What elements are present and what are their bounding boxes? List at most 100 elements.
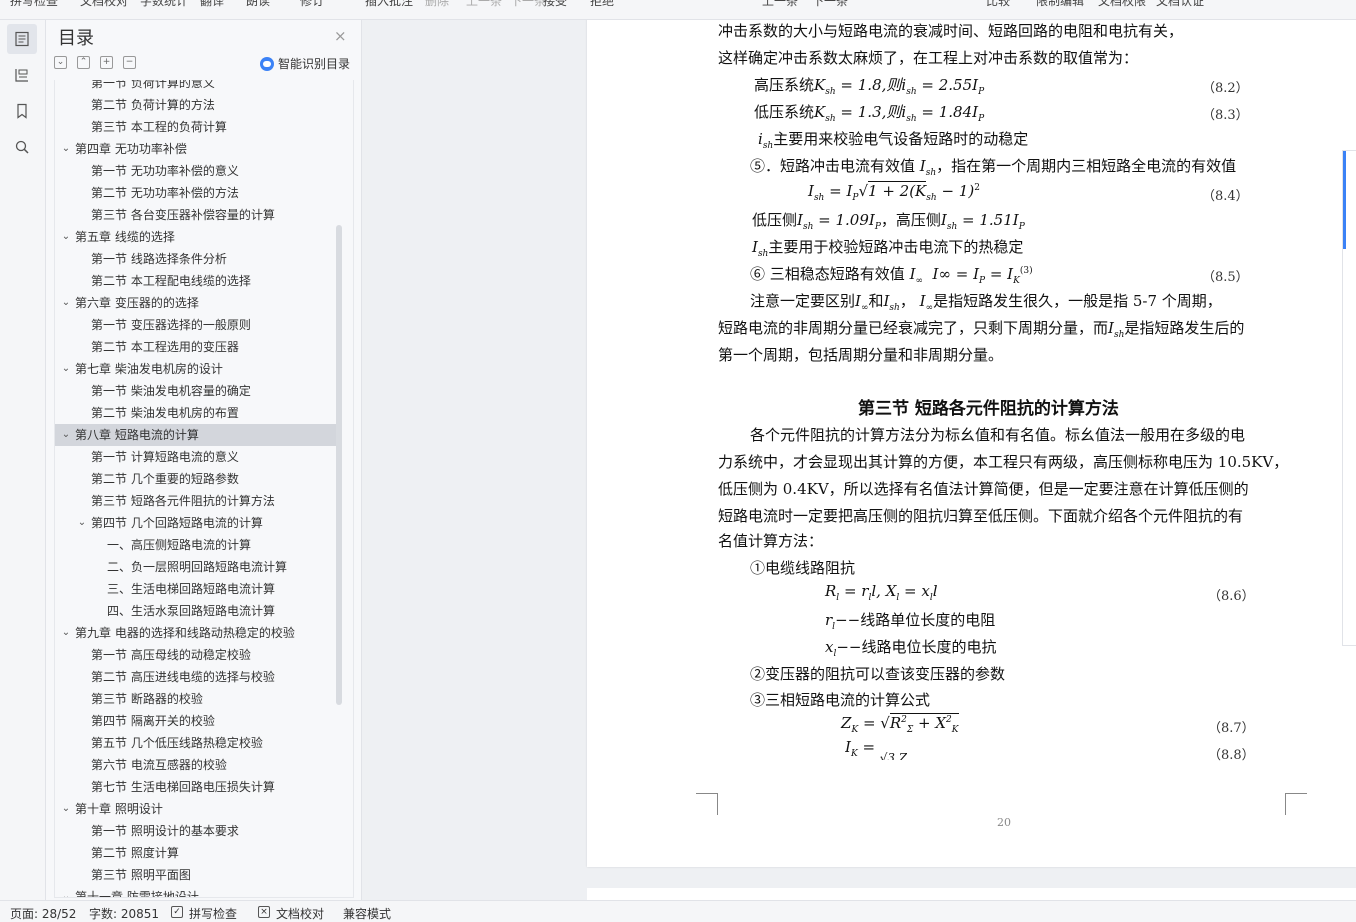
- toc-item[interactable]: 第二节 负荷计算的方法: [55, 94, 339, 116]
- toolbar-restrict-edit[interactable]: 限制编辑: [1036, 0, 1084, 9]
- toolbar-prev[interactable]: 上一条: [466, 0, 502, 9]
- toc-item[interactable]: ⌄ 第八章 短路电流的计算: [55, 424, 339, 446]
- toc-item[interactable]: 第三节 照明平面图: [55, 864, 339, 886]
- toolbar-insert-comment[interactable]: 插入批注: [365, 0, 413, 9]
- toc-icon[interactable]: [7, 24, 37, 54]
- toc-item[interactable]: 第三节 各台变压器补偿容量的计算: [55, 204, 339, 226]
- smart-toc-button[interactable]: 智能识别目录: [260, 55, 350, 72]
- expand-all-icon[interactable]: ⌄: [54, 56, 67, 69]
- toc-item[interactable]: 第二节 无功功率补偿的方法: [55, 182, 339, 204]
- add-level-icon[interactable]: +: [100, 56, 113, 69]
- chevron-down-icon[interactable]: ⌄: [60, 358, 72, 380]
- chevron-down-icon[interactable]: ⌄: [60, 886, 72, 897]
- toolbar-read-aloud[interactable]: 朗读: [246, 0, 270, 9]
- chevron-down-icon[interactable]: ⌄: [60, 292, 72, 314]
- toc-item[interactable]: 第五节 几个低压线路热稳定校验: [55, 732, 339, 754]
- toc-item[interactable]: 一、高压侧短路电流的计算: [55, 534, 339, 556]
- toc-item[interactable]: 第三节 本工程的负荷计算: [55, 116, 339, 138]
- toc-item[interactable]: ⌄ 第四章 无功功率补偿: [55, 138, 339, 160]
- toc-item-label: 第三节 照明平面图: [91, 868, 191, 882]
- toc-item-label: 第一节 线路选择条件分析: [91, 252, 227, 266]
- spell-check-icon[interactable]: ✓: [171, 906, 183, 918]
- toc-item[interactable]: ⌄ 第九章 电器的选择和线路动热稳定的校验: [55, 622, 339, 644]
- toc-item[interactable]: 第一节 高压母线的动稳定校验: [55, 644, 339, 666]
- toolbar-word-count[interactable]: 字数统计: [140, 0, 188, 9]
- toc-item[interactable]: ⌄ 第十章 照明设计: [55, 798, 339, 820]
- toc-item[interactable]: ⌄ 第五章 线缆的选择: [55, 226, 339, 248]
- toc-item[interactable]: 第二节 柴油发电机房的布置: [55, 402, 339, 424]
- toolbar-prev-change[interactable]: 上一条: [762, 0, 798, 9]
- proofread-icon[interactable]: ×: [258, 906, 270, 918]
- sub-item-1: ①电缆线路阻抗: [750, 559, 856, 577]
- toc-item[interactable]: 第二节 照度计算: [55, 842, 339, 864]
- right-float-panel[interactable]: [1342, 150, 1356, 646]
- collapse-all-icon[interactable]: ⌃: [77, 56, 90, 69]
- toc-item[interactable]: 第一节 照明设计的基本要求: [55, 820, 339, 842]
- toc-item-label: 第二节 柴油发电机房的布置: [91, 406, 239, 420]
- outline-icon[interactable]: [7, 60, 37, 90]
- toolbar-compare[interactable]: 比较: [986, 0, 1010, 9]
- toc-item[interactable]: 第一节 无功功率补偿的意义: [55, 160, 339, 182]
- toolbar-reject[interactable]: 拒绝: [590, 0, 614, 9]
- toolbar-next[interactable]: 下一条: [510, 0, 546, 9]
- toc-item[interactable]: ⌄ 第七章 柴油发电机房的设计: [55, 358, 339, 380]
- remove-level-icon[interactable]: −: [123, 56, 136, 69]
- toc-item-label: 第五节 几个低压线路热稳定校验: [91, 736, 263, 750]
- toolbar-spell-check[interactable]: 拼写检查: [10, 0, 58, 9]
- page-number: 20: [997, 816, 1011, 829]
- toc-list: 第一节 负荷计算的意义 第二节 负荷计算的方法 第三节 本工程的负荷计算 ⌄ 第四章 无…: [55, 80, 339, 897]
- chevron-down-icon[interactable]: ⌄: [76, 512, 88, 534]
- toc-item[interactable]: 第三节 短路各元件阻抗的计算方法: [55, 490, 339, 512]
- document-page: 冲击系数的大小与短路电流的衰减时间、短路回路的电阻和电抗有关， 这样确定冲击系数…: [587, 20, 1356, 867]
- word-count[interactable]: 字数: 20851: [89, 905, 159, 922]
- toc-scrollbar[interactable]: [336, 225, 342, 705]
- toolbar-doc-permission[interactable]: 文档权限: [1098, 0, 1146, 9]
- sub-item-3: ③三相短路电流的计算公式: [750, 691, 931, 709]
- toolbar-next-change[interactable]: 下一条: [812, 0, 848, 9]
- toc-item[interactable]: 第二节 高压进线电缆的选择与校验: [55, 666, 339, 688]
- toc-item[interactable]: ⌄ 第十一章 防雷接地设计: [55, 886, 339, 897]
- toc-item[interactable]: 第七节 生活电梯回路电压损失计算: [55, 776, 339, 798]
- search-icon[interactable]: [7, 132, 37, 162]
- chevron-down-icon[interactable]: ⌄: [60, 622, 72, 644]
- chevron-down-icon[interactable]: ⌄: [60, 798, 72, 820]
- chevron-down-icon[interactable]: ⌄: [60, 226, 72, 248]
- toc-item[interactable]: 第一节 变压器选择的一般原则: [55, 314, 339, 336]
- spell-check-label[interactable]: 拼写检查: [189, 905, 237, 922]
- toolbar-delete[interactable]: 删除: [425, 0, 449, 9]
- toc-item-label: 第二节 几个重要的短路参数: [91, 472, 239, 486]
- toc-item[interactable]: 四、生活水泵回路短路电流计算: [55, 600, 339, 622]
- toc-item[interactable]: 三、生活电梯回路短路电流计算: [55, 578, 339, 600]
- toc-item[interactable]: 第六节 电流互感器的校验: [55, 754, 339, 776]
- toc-item[interactable]: 第一节 负荷计算的意义: [55, 80, 339, 94]
- toc-item[interactable]: 第一节 线路选择条件分析: [55, 248, 339, 270]
- close-icon[interactable]: ×: [334, 27, 347, 45]
- toolbar-accept[interactable]: 接受: [543, 0, 567, 9]
- eq-8-2: 高压系统Ksh = 1.8,则ish = 2.55IP: [754, 76, 985, 97]
- toolbar-revision[interactable]: 修订: [300, 0, 324, 9]
- toc-item[interactable]: ⌄ 第四节 几个回路短路电流的计算: [55, 512, 339, 534]
- item-6: ⑥ 三相稳态短路有效值 I∞ I∞ = IP = IK(3): [750, 265, 1033, 286]
- chevron-down-icon[interactable]: ⌄: [60, 138, 72, 160]
- proofread-label[interactable]: 文档校对: [276, 905, 324, 922]
- toc-item[interactable]: 第二节 本工程选用的变压器: [55, 336, 339, 358]
- toc-item[interactable]: 二、负一层照明回路短路电流计算: [55, 556, 339, 578]
- toolbar-translate[interactable]: 翻译: [200, 0, 224, 9]
- toc-item-label: 二、负一层照明回路短路电流计算: [107, 560, 288, 574]
- toc-item[interactable]: 第四节 隔离开关的校验: [55, 710, 339, 732]
- toc-item[interactable]: ⌄ 第六章 变压器的的选择: [55, 292, 339, 314]
- page-indicator[interactable]: 页面: 28/52: [10, 905, 76, 922]
- toc-item[interactable]: 第一节 柴油发电机容量的确定: [55, 380, 339, 402]
- next-page: [587, 888, 1356, 900]
- toolbar-doc-cert[interactable]: 文档认证: [1156, 0, 1204, 9]
- chevron-down-icon[interactable]: ⌄: [60, 424, 72, 446]
- toc-item-label: 第三节 断路器的校验: [91, 692, 203, 706]
- toc-item[interactable]: 第三节 断路器的校验: [55, 688, 339, 710]
- toolbar-proofread[interactable]: 文档校对: [80, 0, 128, 9]
- toc-item-label: 第三节 短路各元件阻抗的计算方法: [91, 494, 275, 508]
- toc-item[interactable]: 第二节 几个重要的短路参数: [55, 468, 339, 490]
- bookmark-icon[interactable]: [7, 96, 37, 126]
- toc-item[interactable]: 第二节 本工程配电线缆的选择: [55, 270, 339, 292]
- toc-item-label: 第二节 本工程选用的变压器: [91, 340, 239, 354]
- toc-item[interactable]: 第一节 计算短路电流的意义: [55, 446, 339, 468]
